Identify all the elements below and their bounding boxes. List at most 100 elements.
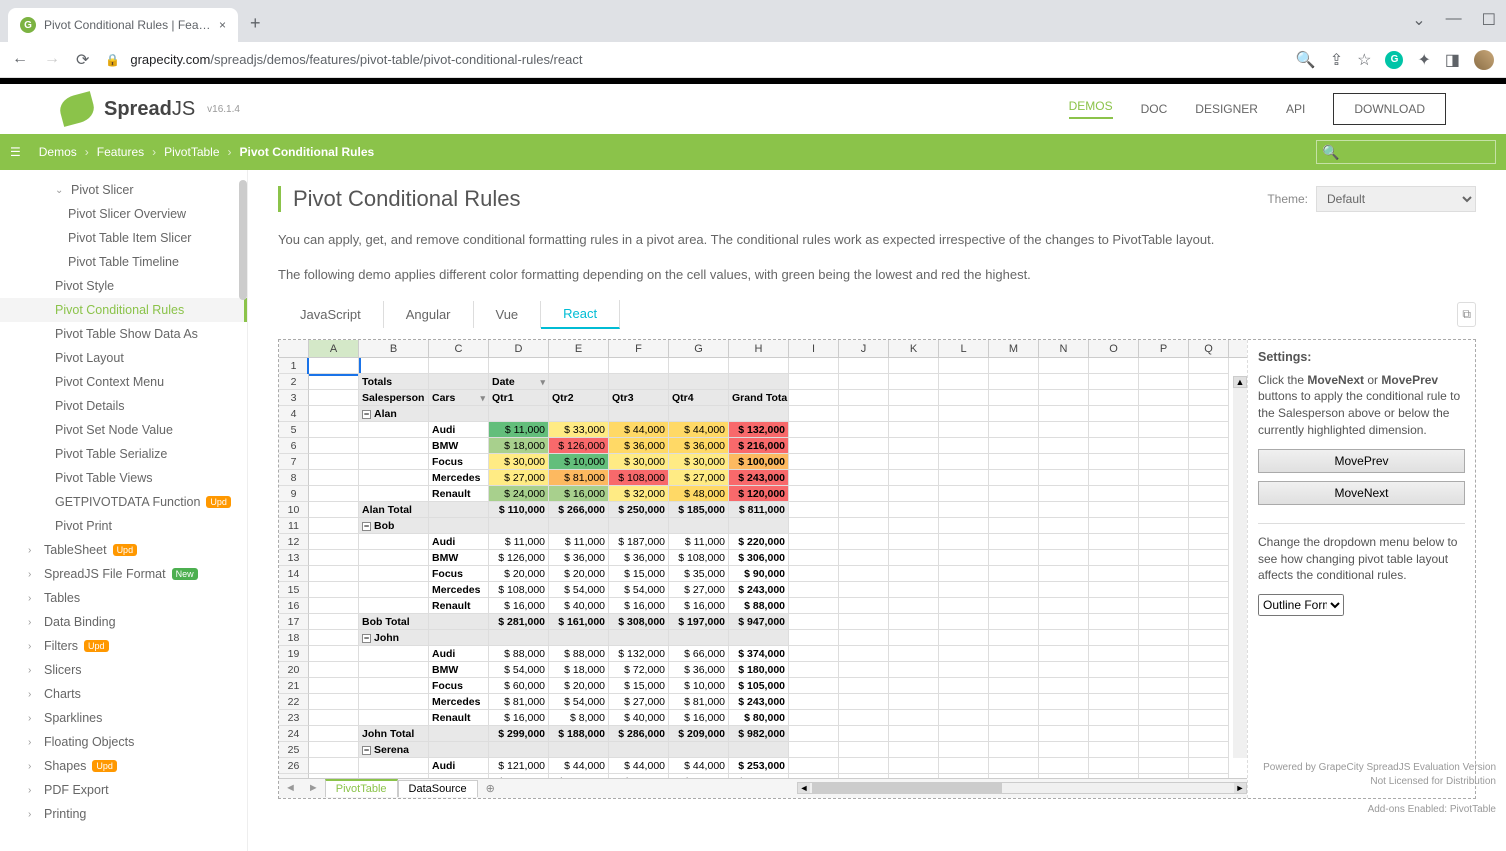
sheet-next-icon[interactable]: ►: [302, 782, 325, 794]
sidebar-item[interactable]: › SpreadJS File Format New: [0, 562, 247, 586]
new-tab-button[interactable]: +: [250, 13, 261, 34]
sidebar-item[interactable]: Pivot Style: [0, 274, 247, 298]
sidebar-item[interactable]: › Data Binding: [0, 610, 247, 634]
description: The following demo applies different col…: [278, 265, 1476, 286]
sidebar-item[interactable]: Pivot Conditional Rules: [0, 298, 247, 322]
breadcrumb[interactable]: Demos: [31, 145, 85, 159]
nav-doc[interactable]: DOC: [1141, 102, 1168, 116]
search-input[interactable]: [1316, 140, 1496, 164]
column-header[interactable]: N: [1039, 340, 1089, 357]
nav-demos[interactable]: DEMOS: [1069, 99, 1113, 119]
add-sheet-icon[interactable]: ⊕: [478, 782, 503, 795]
layout-select[interactable]: Outline Form: [1258, 594, 1344, 616]
scroll-up-icon[interactable]: ▲: [1233, 376, 1247, 388]
column-header[interactable]: L: [939, 340, 989, 357]
reload-button[interactable]: ⟳: [76, 50, 89, 70]
column-header[interactable]: Q: [1189, 340, 1229, 357]
column-header[interactable]: M: [989, 340, 1039, 357]
scroll-right-icon[interactable]: ►: [1234, 783, 1246, 793]
forward-button[interactable]: →: [44, 50, 60, 70]
nav-designer[interactable]: DESIGNER: [1195, 102, 1258, 116]
sidebar-item[interactable]: Pivot Table Serialize: [0, 442, 247, 466]
chevron-down-icon[interactable]: ⌄: [1412, 10, 1425, 30]
column-header[interactable]: G: [669, 340, 729, 357]
favicon: G: [20, 17, 36, 33]
column-header[interactable]: O: [1089, 340, 1139, 357]
column-header[interactable]: F: [609, 340, 669, 357]
spreadsheet[interactable]: ABCDEFGHIJKLMNOPQ ▲ 12TotalsDate ▾3Sales…: [279, 340, 1247, 798]
tab-title: Pivot Conditional Rules | Feature: [44, 18, 211, 32]
column-header[interactable]: H: [729, 340, 789, 357]
menu-icon[interactable]: ☰: [0, 145, 31, 159]
column-header[interactable]: B: [359, 340, 429, 357]
scroll-left-icon[interactable]: ◄: [798, 783, 810, 793]
move-next-button[interactable]: MoveNext: [1258, 481, 1465, 505]
address-bar[interactable]: 🔒 grapecity.com/spreadjs/demos/features/…: [105, 52, 1279, 67]
sidebar-item[interactable]: Pivot Print: [0, 514, 247, 538]
logo[interactable]: SpreadJS v16.1.4: [60, 95, 240, 123]
nav-api[interactable]: API: [1286, 102, 1305, 116]
sidebar-item[interactable]: ⌄ Pivot Slicer: [0, 178, 247, 202]
sidebar-item[interactable]: › Slicers: [0, 658, 247, 682]
column-header[interactable]: P: [1139, 340, 1189, 357]
sidebar-item[interactable]: › Filters Upd: [0, 634, 247, 658]
maximize-icon[interactable]: ☐: [1482, 10, 1496, 30]
sidebar-item[interactable]: › TableSheet Upd: [0, 538, 247, 562]
tab-angular[interactable]: Angular: [384, 301, 474, 328]
breadcrumb[interactable]: PivotTable: [156, 145, 227, 159]
sidebar-item[interactable]: Pivot Context Menu: [0, 370, 247, 394]
settings-panel: Settings: Click the MoveNext or MovePrev…: [1247, 340, 1475, 798]
sidebar-item[interactable]: › Sparklines: [0, 706, 247, 730]
sidebar-item[interactable]: › Floating Objects: [0, 730, 247, 754]
close-tab-icon[interactable]: ×: [219, 18, 226, 32]
sidebar-item[interactable]: Pivot Table Item Slicer: [0, 226, 247, 250]
move-prev-button[interactable]: MovePrev: [1258, 449, 1465, 473]
sidebar-item[interactable]: › Shapes Upd: [0, 754, 247, 778]
column-header[interactable]: A: [309, 340, 359, 357]
extensions-icon[interactable]: ✦: [1417, 50, 1430, 70]
tab-react[interactable]: React: [541, 300, 620, 329]
sidebar-item[interactable]: Pivot Set Node Value: [0, 418, 247, 442]
tab-vue[interactable]: Vue: [474, 301, 542, 328]
column-header[interactable]: K: [889, 340, 939, 357]
avatar[interactable]: [1474, 50, 1494, 70]
sheet-prev-icon[interactable]: ◄: [279, 782, 302, 794]
breadcrumb[interactable]: Features: [89, 145, 152, 159]
scrollbar-thumb[interactable]: [239, 180, 247, 300]
column-header[interactable]: I: [789, 340, 839, 357]
column-header[interactable]: J: [839, 340, 889, 357]
sidebar-item[interactable]: › Charts: [0, 682, 247, 706]
popout-icon[interactable]: ⧉: [1457, 302, 1476, 327]
column-header[interactable]: C: [429, 340, 489, 357]
column-header[interactable]: E: [549, 340, 609, 357]
sidebar-item[interactable]: GETPIVOTDATA Function Upd: [0, 490, 247, 514]
scrollbar-thumb[interactable]: [812, 783, 1002, 793]
share-icon[interactable]: ⇪: [1330, 50, 1343, 70]
horizontal-scrollbar[interactable]: ◄ ►: [797, 782, 1247, 794]
column-header[interactable]: D: [489, 340, 549, 357]
sidebar-item[interactable]: Pivot Table Timeline: [0, 250, 247, 274]
back-button[interactable]: ←: [12, 50, 28, 70]
sheet-tab-pivot[interactable]: PivotTable: [325, 779, 398, 797]
sheet-tab-datasource[interactable]: DataSource: [398, 780, 478, 797]
sidebar-item[interactable]: Pivot Details: [0, 394, 247, 418]
vertical-scrollbar[interactable]: ▲: [1233, 376, 1247, 758]
sidebar-item[interactable]: › Tables: [0, 586, 247, 610]
bookmark-icon[interactable]: ☆: [1357, 50, 1371, 70]
minimize-icon[interactable]: —: [1446, 10, 1462, 30]
sidebar-item[interactable]: › Printing: [0, 802, 247, 826]
search-icon[interactable]: 🔍: [1296, 50, 1316, 70]
description: You can apply, get, and remove condition…: [278, 230, 1476, 251]
grammarly-icon[interactable]: G: [1385, 51, 1403, 69]
theme-select[interactable]: Default: [1316, 186, 1476, 212]
sidebar-item[interactable]: Pivot Table Show Data As: [0, 322, 247, 346]
tab-javascript[interactable]: JavaScript: [278, 301, 384, 328]
sidebar-item[interactable]: Pivot Layout: [0, 346, 247, 370]
side-panel-icon[interactable]: ◨: [1445, 50, 1460, 70]
download-button[interactable]: DOWNLOAD: [1333, 93, 1446, 125]
sidebar-item[interactable]: Pivot Slicer Overview: [0, 202, 247, 226]
search-box[interactable]: 🔍: [1316, 140, 1496, 164]
sidebar-item[interactable]: › PDF Export: [0, 778, 247, 802]
browser-tab[interactable]: G Pivot Conditional Rules | Feature ×: [8, 8, 238, 42]
sidebar-item[interactable]: Pivot Table Views: [0, 466, 247, 490]
